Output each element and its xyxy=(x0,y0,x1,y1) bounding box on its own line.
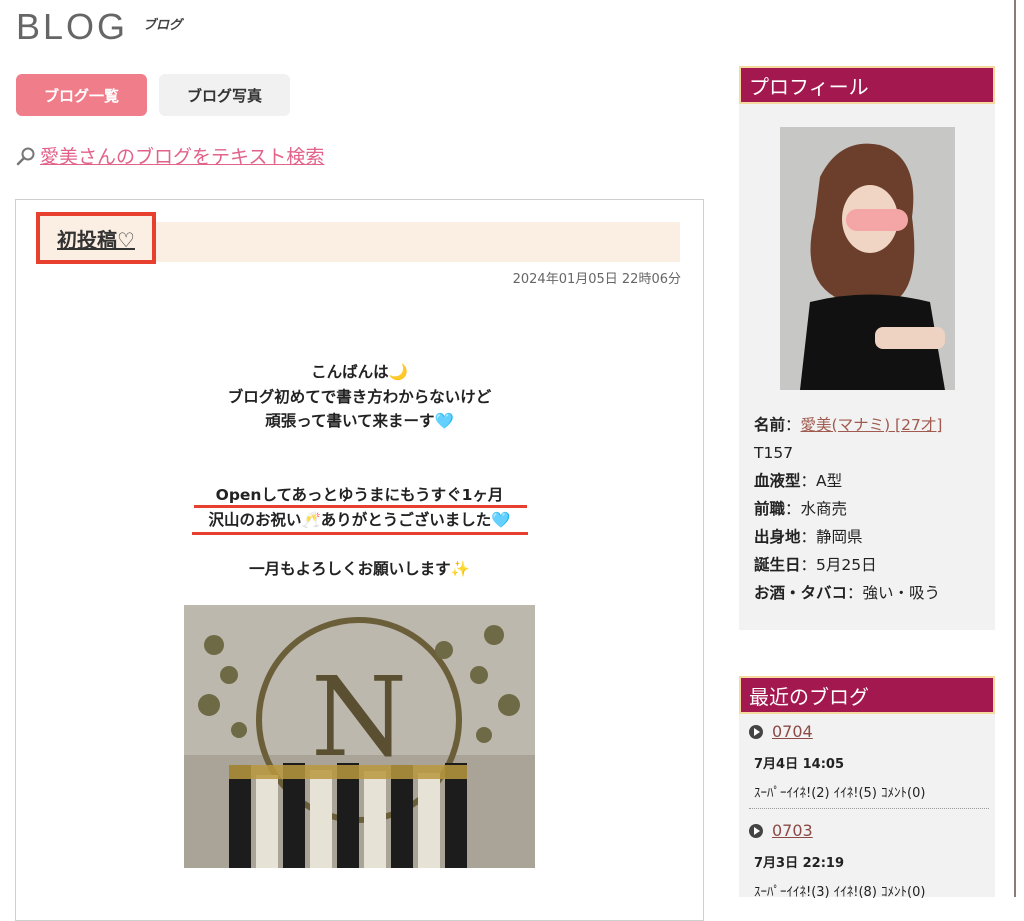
list-item: 0703 7月3日 22:19 ｽｰﾊﾟｰｲｲﾈ!(3) ｲｲﾈ!(8) ｺﾒﾝ… xyxy=(749,821,925,900)
post-line: ブログ初めてで書き方わからないけど xyxy=(227,388,492,406)
profile-panel: 名前：愛美(マナミ) [27才] T157 血液型：A型 前職：水商売 出身地：… xyxy=(739,104,995,630)
champagne-photo-image: N xyxy=(184,605,535,868)
profile-label: お酒・タバコ xyxy=(754,584,848,602)
underline-highlight xyxy=(192,532,528,535)
profile-value: 水商売 xyxy=(800,500,848,518)
recent-blog-time: 7月3日 22:19 xyxy=(754,856,844,871)
blog-subheading: ブログ xyxy=(143,18,183,33)
profile-heading: プロフィール xyxy=(739,66,995,104)
profile-label: 名前 xyxy=(754,416,786,434)
post-line: こんばんは🌙 xyxy=(311,363,408,381)
blog-heading: BLOG xyxy=(16,6,129,47)
profile-label: 誕生日 xyxy=(754,556,801,574)
tab-blog-list[interactable]: ブログ一覧 xyxy=(16,74,147,116)
play-icon xyxy=(749,823,763,838)
divider xyxy=(749,808,989,809)
recent-blogs-panel: 0704 7月4日 14:05 ｽｰﾊﾟｰｲｲﾈ!(2) ｲｲﾈ!(5) ｺﾒﾝ… xyxy=(739,714,995,900)
svg-text:N: N xyxy=(311,653,407,781)
profile-photo-image xyxy=(780,127,955,390)
recent-blog-link[interactable]: 0703 xyxy=(772,821,813,840)
text-search-link-row[interactable]: 愛美さんのブログをテキスト検索 xyxy=(16,142,324,169)
post-title[interactable]: 初投稿♡ xyxy=(57,224,135,253)
profile-value: 強い・吸う xyxy=(862,584,941,602)
blog-post: 初投稿♡ 2024年01月05日 22時06分 こんばんは🌙 ブログ初めてで書き… xyxy=(15,199,704,921)
recent-blogs-heading: 最近のブログ xyxy=(739,676,995,714)
post-date: 2024年01月05日 22時06分 xyxy=(512,272,681,287)
post-line: 沢山のお祝い🥂ありがとうございました🩵 xyxy=(208,511,511,529)
profile-value: 静岡県 xyxy=(816,528,863,546)
page-right-border xyxy=(1014,0,1016,897)
text-search-link[interactable]: 愛美さんのブログをテキスト検索 xyxy=(40,142,324,169)
list-item: 0704 7月4日 14:05 ｽｰﾊﾟｰｲｲﾈ!(2) ｲｲﾈ!(5) ｺﾒﾝ… xyxy=(749,722,925,801)
profile-value: A型 xyxy=(816,472,843,490)
post-title-highlight: 初投稿♡ xyxy=(36,212,156,264)
post-line: 頑張って書いて来まーす🩵 xyxy=(265,412,454,430)
play-icon xyxy=(749,724,763,739)
recent-blog-time: 7月4日 14:05 xyxy=(754,757,844,772)
profile-details: 名前：愛美(マナミ) [27才] T157 血液型：A型 前職：水商売 出身地：… xyxy=(754,416,943,602)
profile-value: 5月25日 xyxy=(816,556,877,574)
profile-height: T157 xyxy=(754,444,794,462)
recent-blog-stats: ｽｰﾊﾟｰｲｲﾈ!(3) ｲｲﾈ!(8) ｺﾒﾝﾄ(0) xyxy=(754,885,926,900)
magnifier-icon xyxy=(16,147,35,165)
post-line: 一月もよろしくお願いします✨ xyxy=(249,560,470,578)
profile-label: 出身地 xyxy=(754,528,801,546)
profile-label: 血液型 xyxy=(754,472,801,490)
recent-blog-stats: ｽｰﾊﾟｰｲｲﾈ!(2) ｲｲﾈ!(5) ｺﾒﾝﾄ(0) xyxy=(754,786,926,801)
tab-blog-photos[interactable]: ブログ写真 xyxy=(159,74,290,116)
profile-label: 前職 xyxy=(754,500,786,518)
recent-blog-link[interactable]: 0704 xyxy=(772,722,813,741)
post-photo-champagne[interactable]: N xyxy=(184,605,535,868)
profile-photo[interactable] xyxy=(780,127,955,390)
profile-name-link[interactable]: 愛美(マナミ) [27才] xyxy=(801,416,943,434)
